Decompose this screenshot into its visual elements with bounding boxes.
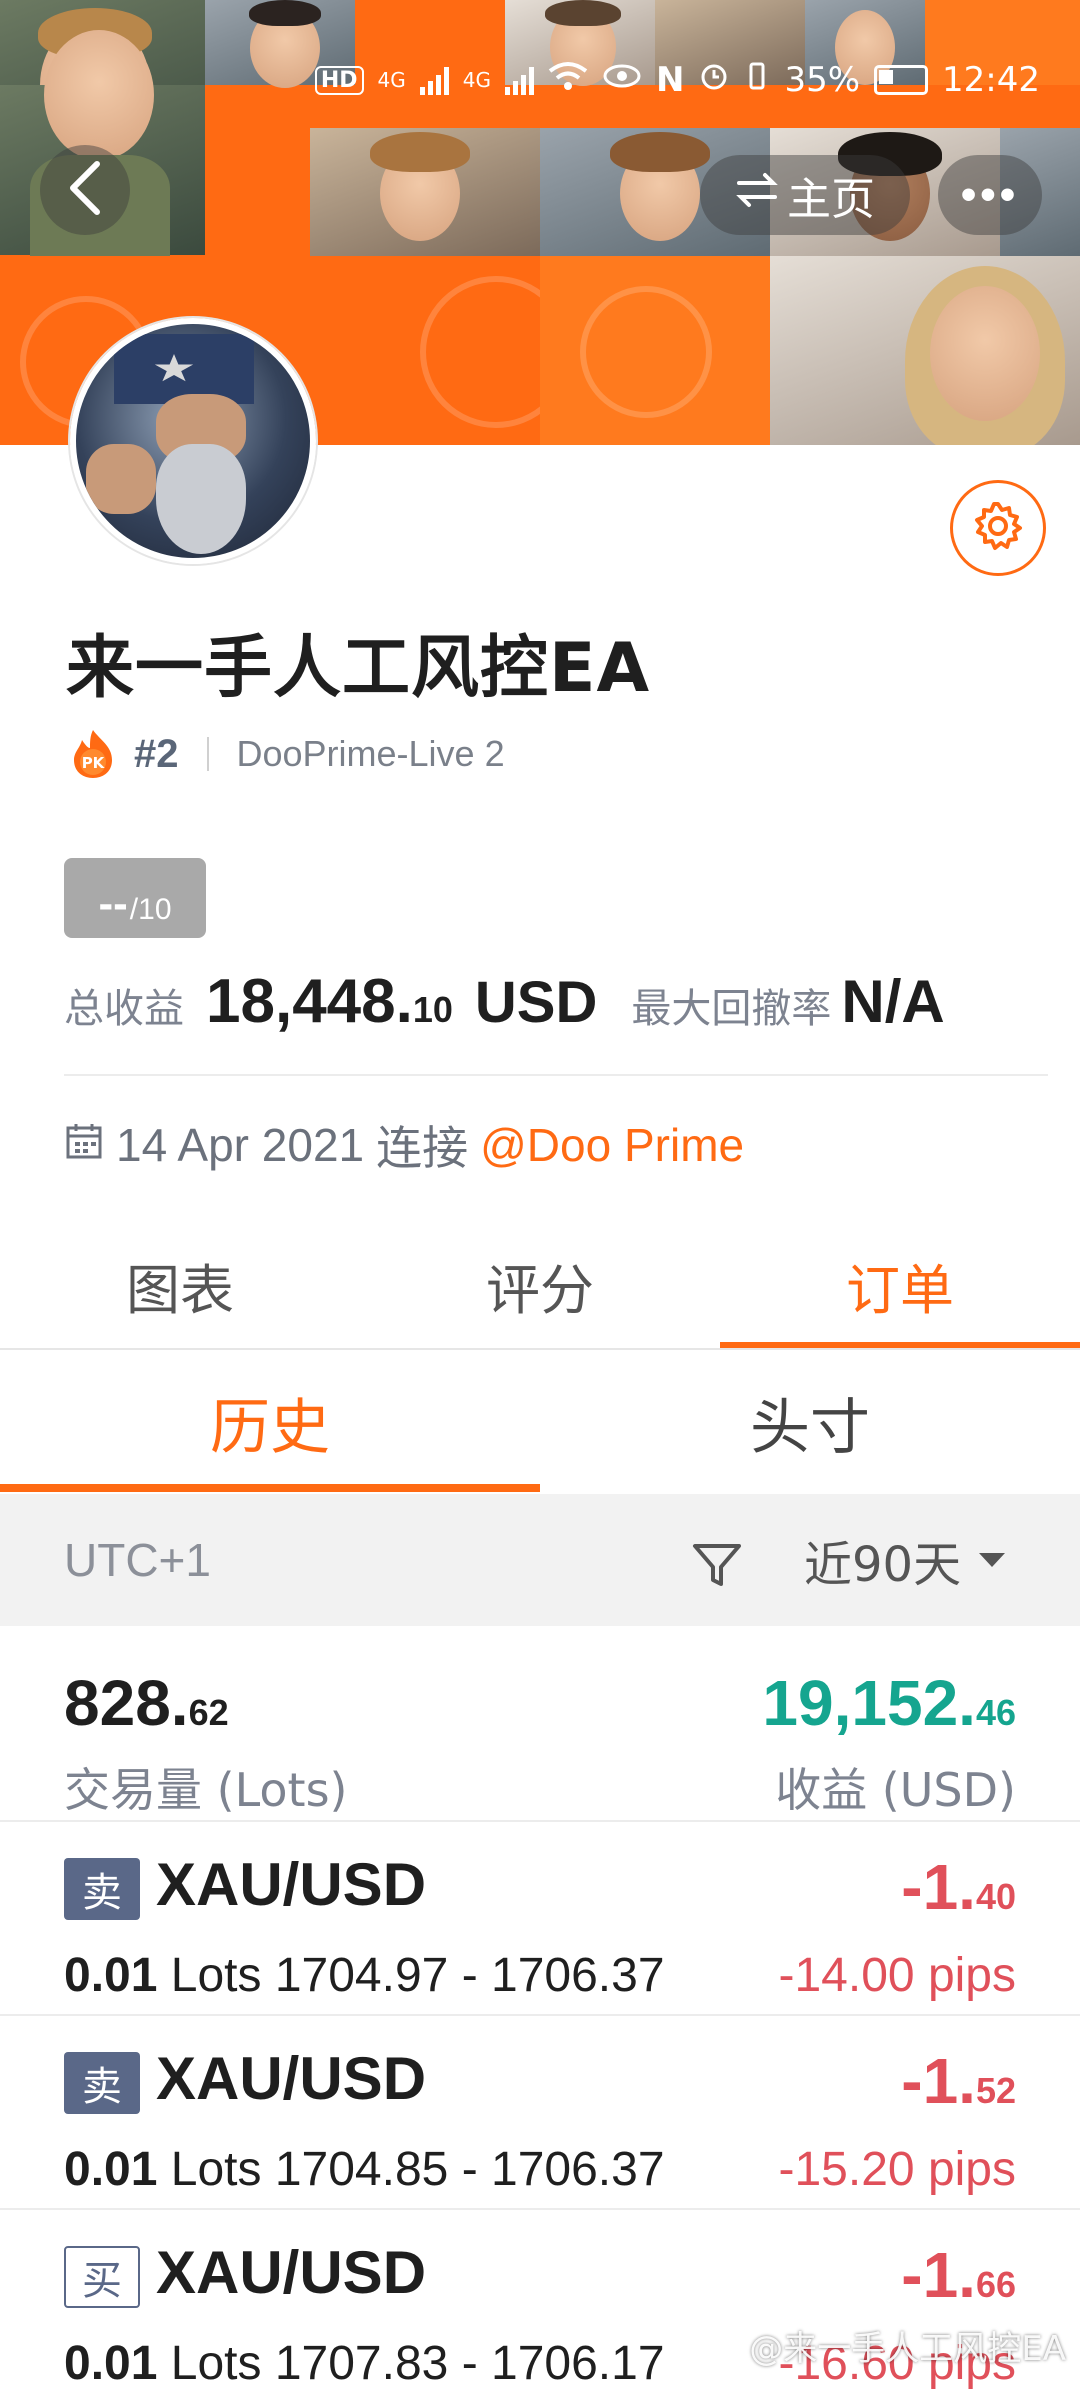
- divider: [64, 1074, 1048, 1076]
- tab-history[interactable]: 历史: [0, 1352, 540, 1492]
- order-symbol: XAU/USD: [156, 2239, 427, 2306]
- tab-rating[interactable]: 评分: [360, 1220, 720, 1350]
- settings-button[interactable]: [950, 480, 1046, 576]
- profit-value: 19,152.46: [762, 1667, 1016, 1739]
- status-bar: HD 4G 4G N 35% 12:42: [314, 52, 1040, 108]
- order-row[interactable]: 卖 XAU/USD 0.01 Lots 1704.97 - 1706.37 -1…: [0, 1820, 1080, 2014]
- vibrate-icon: [744, 60, 770, 101]
- max-drawdown-value: N/A: [841, 968, 945, 1035]
- order-profit: -1.52: [901, 2045, 1016, 2117]
- total-profit-unit: USD: [474, 970, 598, 1035]
- order-side-badge: 买: [64, 2246, 140, 2308]
- signal-icon: [504, 65, 534, 95]
- avatar[interactable]: [70, 318, 316, 564]
- total-profit-label: 总收益: [64, 986, 184, 1032]
- total-profit-int: 18,448.: [206, 967, 413, 1036]
- order-side-badge: 卖: [64, 2052, 140, 2114]
- score-max: /10: [129, 893, 172, 926]
- tab-positions[interactable]: 头寸: [540, 1352, 1080, 1492]
- tab-orders[interactable]: 订单: [720, 1220, 1080, 1350]
- tab-chart[interactable]: 图表: [0, 1220, 360, 1350]
- back-button[interactable]: [40, 145, 130, 235]
- date-range-label: 近90天: [804, 1537, 962, 1593]
- pk-flame-icon: PK: [70, 728, 116, 780]
- order-symbol: XAU/USD: [156, 2045, 427, 2112]
- sim1-network: 4G: [377, 68, 406, 92]
- total-profit-frac: 10: [412, 989, 453, 1030]
- broker-link[interactable]: @Doo Prime: [480, 1118, 744, 1172]
- filter-icon[interactable]: [690, 1538, 744, 1592]
- order-side-badge: 卖: [64, 1858, 140, 1920]
- order-detail: 0.01 Lots 1704.85 - 1706.37: [64, 2143, 665, 2196]
- nfc-icon: N: [655, 60, 685, 100]
- date-range-dropdown[interactable]: 近90天: [804, 1494, 1006, 1626]
- connect-date: 14 Apr 2021: [116, 1119, 365, 1171]
- banner-photo: [310, 128, 540, 256]
- sim2-network: 4G: [462, 68, 491, 92]
- more-options-button[interactable]: •••: [938, 155, 1042, 235]
- sub-tabs: 历史 头寸: [0, 1352, 1080, 1492]
- rank-row: PK #2 DooPrime-Live 2: [70, 722, 505, 786]
- alarm-icon: [698, 60, 730, 101]
- wifi-icon: [548, 60, 588, 100]
- order-pips: -15.20 pips: [778, 2143, 1017, 2196]
- hd-indicator: HD: [314, 65, 364, 95]
- rating-score: -- /10: [64, 858, 206, 938]
- volume-label: 交易量 (Lots): [64, 1763, 348, 1817]
- volume-value: 828.62: [64, 1667, 229, 1739]
- battery-icon: [874, 65, 929, 95]
- server-name: DooPrime-Live 2: [236, 733, 505, 774]
- profit-label: 收益 (USD): [775, 1763, 1016, 1817]
- rank-value: #2: [134, 731, 179, 776]
- profile-name: 来一手人工风控EA: [66, 629, 651, 708]
- home-label: 主页: [787, 174, 875, 225]
- filter-bar: UTC+1 近90天: [0, 1494, 1080, 1626]
- caret-down-icon: [979, 1553, 1006, 1567]
- orders-summary: 828.62 交易量 (Lots) 19,152.46 收益 (USD): [0, 1626, 1080, 1820]
- timezone-label: UTC+1: [64, 1534, 211, 1586]
- max-drawdown-label: 最大回撤率: [631, 986, 832, 1032]
- order-detail: 0.01 Lots 1704.97 - 1706.37: [64, 1949, 665, 2002]
- stats-row: 总收益 18,448. 10 USD 最大回撤率 N/A: [64, 966, 945, 1046]
- order-symbol: XAU/USD: [156, 1851, 427, 1918]
- order-profit: -1.40: [901, 1851, 1016, 1923]
- calendar-icon: [64, 1118, 104, 1172]
- signal-icon: [419, 65, 449, 95]
- order-detail: 0.01 Lots 1707.83 - 1706.17: [64, 2337, 665, 2390]
- eye-comfort-icon: [602, 60, 642, 100]
- divider: [206, 737, 209, 771]
- banner-photo: [770, 256, 1080, 445]
- clock-time: 12:42: [942, 60, 1040, 100]
- order-pips: -14.00 pips: [778, 1949, 1017, 2002]
- divider: [0, 1348, 1080, 1350]
- chevron-left-icon: [65, 160, 105, 221]
- battery-percent: 35%: [784, 60, 861, 100]
- swap-icon: [735, 170, 779, 221]
- order-row[interactable]: 买 XAU/USD 0.01 Lots 1707.83 - 1706.17 -1…: [0, 2208, 1080, 2402]
- connect-label: 连接: [376, 1122, 469, 1174]
- home-button[interactable]: 主页: [700, 155, 910, 235]
- main-tabs: 图表 评分 订单: [0, 1220, 1080, 1350]
- connect-info: 14 Apr 2021 连接 @Doo Prime: [64, 1110, 744, 1180]
- watermark: @来一手人工风控EA: [749, 2329, 1066, 2369]
- order-row[interactable]: 卖 XAU/USD 0.01 Lots 1704.85 - 1706.37 -1…: [0, 2014, 1080, 2208]
- more-dots-icon: •••: [960, 170, 1020, 219]
- order-profit: -1.66: [901, 2239, 1016, 2311]
- gear-icon: [970, 498, 1026, 559]
- score-value: --: [98, 879, 128, 928]
- svg-text:PK: PK: [82, 754, 106, 772]
